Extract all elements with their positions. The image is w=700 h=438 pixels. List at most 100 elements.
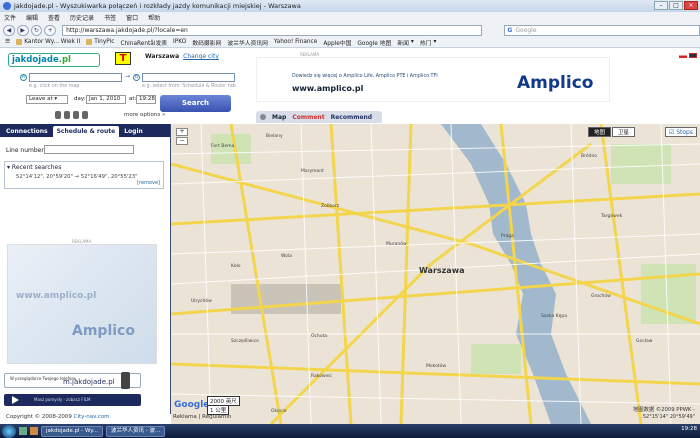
bookmark-item[interactable]: 热门 ▾ [420,38,437,47]
menu-history[interactable]: 历史记录 [70,13,94,22]
taskbar-item[interactable]: 波兰华人资讯 - 波... [106,425,166,437]
video-promo[interactable]: Masz pomysły - zobacz FILM [4,394,141,406]
regulamin-link[interactable]: Regulamin [202,414,231,420]
day-input[interactable]: Jan 1, 2010 [86,95,126,104]
reklama-link[interactable]: Reklama [173,414,197,420]
tab-connections[interactable]: Connections [2,126,52,137]
district-label: Ochota [311,334,328,339]
tab-recommend[interactable]: Recommend [331,114,373,121]
stops-toggle[interactable]: ☑ Stops [664,127,697,137]
start-button[interactable] [2,424,16,438]
swap-arrow-icon[interactable]: → [125,73,130,80]
map-type-map[interactable]: 地图 [588,127,612,137]
reload-button[interactable]: ↻ [30,24,43,36]
bookmark-item[interactable]: 新闻 ▾ [397,38,414,47]
city-selector: Warszawa Change city [145,53,219,60]
menu-help[interactable]: 帮助 [148,13,160,22]
bus-icon[interactable] [55,111,61,119]
menu-window[interactable]: 窗口 [126,13,138,22]
menu-view[interactable]: 查看 [48,13,60,22]
point-b-icon: B [133,74,140,81]
map-tab-icon [260,114,266,120]
district-label: Mokotów [426,364,447,369]
line-number-input[interactable] [44,145,134,154]
google-logo[interactable]: Google [174,400,209,410]
change-city-link[interactable]: Change city [183,53,219,60]
taskbar: jakdojade.pl - Wy... 波兰华人资讯 - 波... 19:28 [0,424,700,438]
amplico-banner-ad[interactable]: Dowiedz się więcej o Amplico Life, Ampli… [256,57,610,102]
polish-flag-icon[interactable] [679,53,687,58]
map-view[interactable]: + − 地图 卫星 ☑ Stops Warszawa Fort Bema Bie… [171,124,700,424]
bookmark-item[interactable]: 波兰华人资讯网 [227,38,268,47]
district-label: Muranów [386,242,407,247]
train-icon[interactable] [82,111,88,119]
point-a-icon: A [20,74,27,81]
menu-bookmarks[interactable]: 书签 [104,13,116,22]
nav-toolbar: ◀ ▶ ↻ + http://warszawa.jakdojade.pl/?lo… [0,23,700,37]
district-label: Koło [231,264,241,269]
search-input[interactable]: G Google [504,24,700,36]
map-copyright: 地图数据 ©2009 PPWK - [632,407,695,413]
bookmark-item[interactable]: Yahoo! Finance [274,39,317,45]
park-area [641,264,696,324]
day-label: day: [74,96,86,102]
system-clock: 19:28 [681,426,697,432]
panel-tabs: Connections Schedule & route Login [0,124,170,137]
panel-ad[interactable]: www.amplico.pl Amplico [7,244,157,364]
home-button[interactable]: + [44,24,57,36]
zoom-out-button[interactable]: − [176,137,188,145]
bookmark-item[interactable]: IPKO [173,39,186,45]
uk-flag-icon[interactable] [689,53,697,58]
tram-icon[interactable] [64,111,70,119]
quicklaunch-icon[interactable] [19,427,27,435]
close-button[interactable]: × [684,1,698,10]
phone-icon [121,372,130,389]
district-label: Bródno [581,154,598,159]
district-label: Bielany [266,134,283,139]
tab-comment[interactable]: Comment [292,114,324,121]
district-label: Okęcie [271,409,287,414]
bookmark-item[interactable]: TinyPic [86,39,114,45]
tab-login[interactable]: Login [120,126,147,137]
district-label: Praga [501,234,514,239]
transport-mode-icons [55,111,88,119]
to-input[interactable] [142,73,235,82]
forward-button[interactable]: ▶ [16,24,29,36]
district-label: Saska Kępa [541,314,568,319]
zoom-control: + − [176,128,190,146]
zoom-in-button[interactable]: + [176,128,188,136]
site-logo[interactable]: jakdojade .pl [8,53,100,67]
window-controls: – □ × [654,1,698,10]
recent-searches-header[interactable]: ▾ Recent searches [5,162,163,173]
bookmark-item[interactable]: Google 地图 [357,38,391,47]
search-button[interactable]: Search [160,95,231,112]
bookmark-item[interactable]: 数码摄影网 [192,38,221,47]
partner-link[interactable]: City-nav.com [74,414,110,420]
minimize-button[interactable]: – [654,1,668,10]
bookmark-item[interactable]: Apple中国 [323,38,351,47]
district-label: Rakowiec [311,374,333,379]
more-options-link[interactable]: more options » [124,112,165,118]
back-button[interactable]: ◀ [3,24,15,36]
remove-link[interactable]: [remove] [137,180,160,186]
maximize-button[interactable]: □ [669,1,683,10]
from-input[interactable] [29,73,122,82]
bookmark-menu-icon[interactable]: ☰ [5,39,10,45]
taskbar-item[interactable]: jakdojade.pl - Wy... [41,425,104,437]
map-type-satellite[interactable]: 卫星 [612,127,636,137]
url-bar[interactable]: http://warszawa.jakdojade.pl/?locale=en [62,24,483,36]
mobile-promo[interactable]: W przeglądarce Twojego telefonu m.jakdoj… [4,372,141,389]
menu-file[interactable]: 文件 [4,13,16,22]
page-footer: Copyright © 2008-2009 City-nav.com [6,414,109,420]
metro-icon[interactable] [73,111,79,119]
recent-search-item[interactable]: 52°14'12", 20°59'20" → 52°16'49", 20°55'… [16,174,138,180]
tab-schedule-route[interactable]: Schedule & route [52,126,120,137]
tab-map[interactable]: Map [272,114,286,121]
quicklaunch-icon[interactable] [30,427,38,435]
time-mode-select[interactable]: Leave at ▾ [26,95,68,104]
bookmark-item[interactable]: Kantor Wy... Wiek II [16,39,80,45]
bookmark-item[interactable]: ChinaRentål发表 [120,38,167,47]
time-input[interactable]: 19:28 [136,95,156,104]
menu-edit[interactable]: 编辑 [26,13,38,22]
ad-line1: Dowiedz się więcej o Amplico Life, Ampli… [292,74,438,79]
